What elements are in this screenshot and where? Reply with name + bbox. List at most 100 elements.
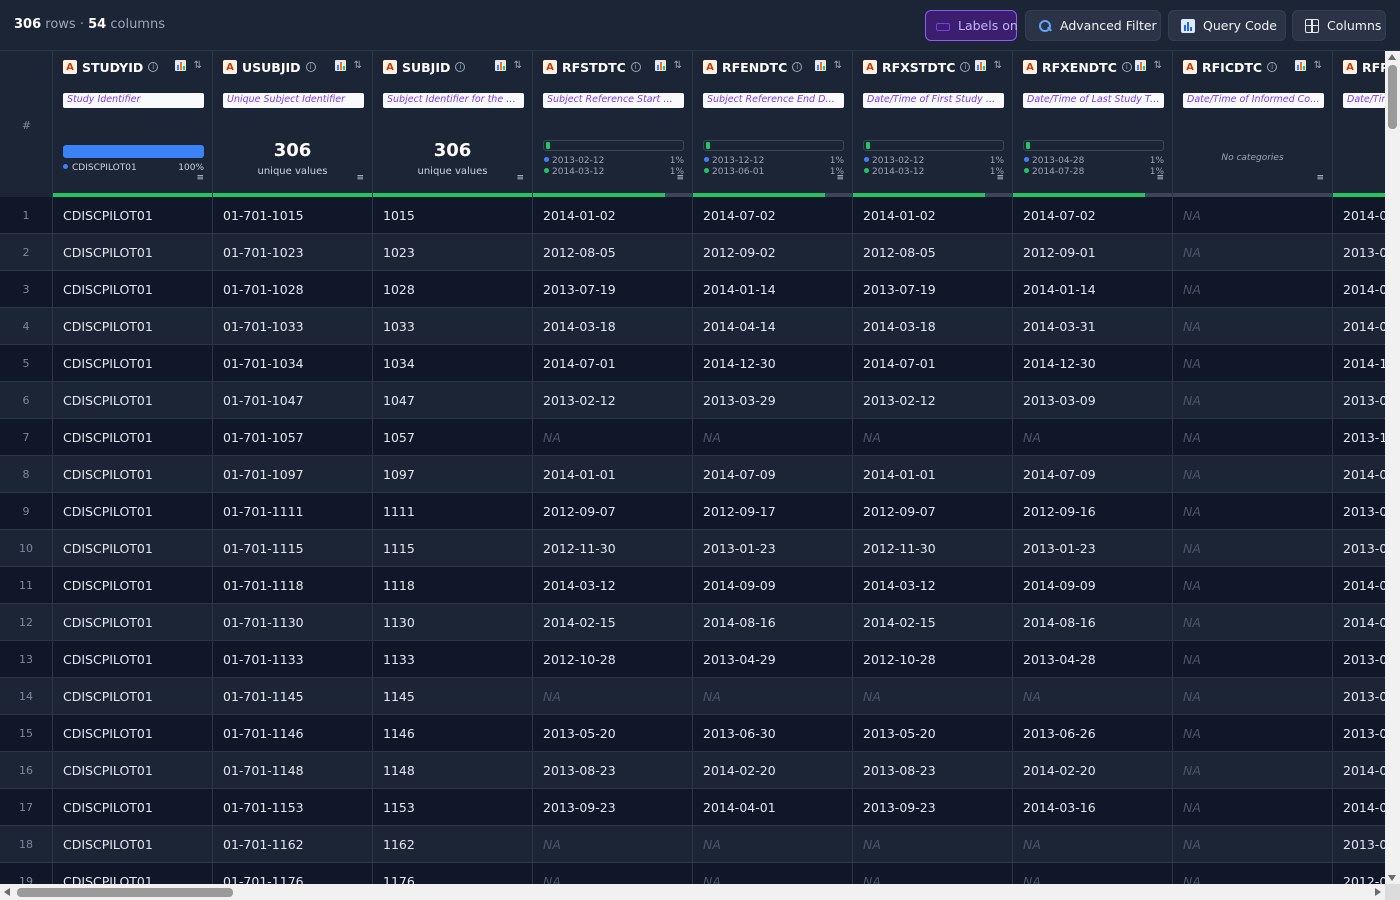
table-cell[interactable]: 01-701-1028	[213, 271, 373, 308]
table-cell[interactable]: 2014-04-14	[693, 308, 853, 345]
table-cell[interactable]: 2014-03-18	[533, 308, 693, 345]
table-cell[interactable]: 1033	[373, 308, 533, 345]
table-cell[interactable]: NA	[1013, 419, 1173, 456]
table-cell[interactable]: 01-701-1148	[213, 752, 373, 789]
query-code-button[interactable]: Query Code	[1168, 10, 1286, 41]
column-header[interactable]: A SUBJID i ⇅ Subject Identifier for the Stud…	[373, 51, 533, 197]
table-cell[interactable]: 2014-0	[1333, 567, 1385, 604]
horizontal-scrollbar[interactable]	[0, 884, 1385, 900]
table-cell[interactable]: 2012-09-01	[1013, 234, 1173, 271]
table-cell[interactable]: 2013-04-28	[1013, 641, 1173, 678]
table-row[interactable]: 9 CDISCPILOT01 01-701-1111 1111 2012-09-07 20…	[0, 493, 1385, 530]
info-icon[interactable]: i	[1267, 62, 1278, 72]
table-cell[interactable]: NA	[853, 419, 1013, 456]
table-cell[interactable]: NA	[1173, 345, 1333, 382]
table-cell[interactable]: 2012-09-07	[533, 493, 693, 530]
table-cell[interactable]: 2013-1	[1333, 419, 1385, 456]
table-cell[interactable]: 2012-09-02	[693, 234, 853, 271]
table-cell[interactable]: NA	[693, 419, 853, 456]
table-cell[interactable]: 2014-03-31	[1013, 308, 1173, 345]
table-cell[interactable]: 2014-02-15	[533, 604, 693, 641]
table-cell[interactable]: 2013-05-20	[853, 715, 1013, 752]
horizontal-scroll-thumb[interactable]	[17, 888, 233, 897]
sort-icon[interactable]: ⇅	[1154, 60, 1162, 71]
table-row[interactable]: 4 CDISCPILOT01 01-701-1033 1033 2014-03-18 20…	[0, 308, 1385, 345]
table-cell[interactable]: CDISCPILOT01	[53, 678, 213, 715]
table-cell[interactable]: 2014-02-15	[853, 604, 1013, 641]
table-cell[interactable]: 1130	[373, 604, 533, 641]
column-name[interactable]: RFP	[1362, 60, 1385, 75]
table-cell[interactable]: CDISCPILOT01	[53, 345, 213, 382]
info-icon[interactable]: i	[305, 62, 316, 72]
table-cell[interactable]: 2014-0	[1333, 789, 1385, 826]
table-cell[interactable]: 2012-0	[1333, 863, 1385, 884]
table-cell[interactable]: 2013-02-12	[533, 382, 693, 419]
table-cell[interactable]: 01-701-1145	[213, 678, 373, 715]
table-cell[interactable]: 2012-10-28	[533, 641, 693, 678]
chart-icon[interactable]	[334, 60, 346, 71]
column-name[interactable]: RFXSTDTC	[882, 60, 955, 75]
table-cell[interactable]: NA	[533, 863, 693, 884]
table-cell[interactable]: 2014-01-02	[853, 197, 1013, 234]
table-cell[interactable]: 2014-03-16	[1013, 789, 1173, 826]
scroll-right-arrow-icon[interactable]	[1375, 888, 1381, 896]
table-cell[interactable]: CDISCPILOT01	[53, 530, 213, 567]
column-header[interactable]: A RFXSTDTC i ⇅ Date/Time of First Study Tre.…	[853, 51, 1013, 197]
info-icon[interactable]: i	[630, 62, 641, 72]
table-cell[interactable]: NA	[1173, 678, 1333, 715]
table-cell[interactable]: NA	[1173, 789, 1333, 826]
table-cell[interactable]: 2014-01-02	[533, 197, 693, 234]
table-cell[interactable]: NA	[1013, 826, 1173, 863]
table-cell[interactable]: 2013-07-19	[533, 271, 693, 308]
advanced-filter-button[interactable]: Advanced Filter	[1025, 10, 1161, 41]
table-cell[interactable]: NA	[853, 678, 1013, 715]
table-cell[interactable]: 2014-07-01	[853, 345, 1013, 382]
table-cell[interactable]: 2012-11-30	[533, 530, 693, 567]
info-icon[interactable]: i	[792, 62, 803, 72]
table-cell[interactable]: NA	[1173, 382, 1333, 419]
table-cell[interactable]: NA	[1173, 308, 1333, 345]
table-cell[interactable]: CDISCPILOT01	[53, 604, 213, 641]
table-row[interactable]: 10 CDISCPILOT01 01-701-1115 1115 2012-11-30 2…	[0, 530, 1385, 567]
table-cell[interactable]: 2013-08-23	[533, 752, 693, 789]
table-cell[interactable]: 1145	[373, 678, 533, 715]
table-cell[interactable]: NA	[1173, 604, 1333, 641]
table-row[interactable]: 3 CDISCPILOT01 01-701-1028 1028 2013-07-19 20…	[0, 271, 1385, 308]
table-cell[interactable]: CDISCPILOT01	[53, 863, 213, 884]
column-menu-icon[interactable]: ≡	[196, 173, 204, 183]
sort-icon[interactable]: ⇅	[514, 60, 522, 71]
table-cell[interactable]: 01-701-1033	[213, 308, 373, 345]
scroll-up-arrow-icon[interactable]	[1388, 54, 1396, 60]
column-name[interactable]: RFENDTC	[722, 60, 787, 75]
chart-icon[interactable]	[814, 60, 826, 71]
column-menu-icon[interactable]: ≡	[676, 173, 684, 183]
table-cell[interactable]: 2014-0	[1333, 456, 1385, 493]
table-row[interactable]: 13 CDISCPILOT01 01-701-1133 1133 2012-10-28 2…	[0, 641, 1385, 678]
scroll-down-arrow-icon[interactable]	[1388, 875, 1396, 881]
table-cell[interactable]: NA	[1173, 530, 1333, 567]
column-header[interactable]: A USUBJID i ⇅ Unique Subject Identifier 306 un…	[213, 51, 373, 197]
table-cell[interactable]: 2014-07-02	[693, 197, 853, 234]
table-cell[interactable]: 2014-07-01	[533, 345, 693, 382]
table-cell[interactable]: 01-701-1015	[213, 197, 373, 234]
table-cell[interactable]: CDISCPILOT01	[53, 271, 213, 308]
table-cell[interactable]: NA	[1173, 271, 1333, 308]
table-cell[interactable]: NA	[693, 678, 853, 715]
table-cell[interactable]: CDISCPILOT01	[53, 715, 213, 752]
table-cell[interactable]: 2012-10-28	[853, 641, 1013, 678]
sort-icon[interactable]: ⇅	[194, 60, 202, 71]
table-cell[interactable]: CDISCPILOT01	[53, 752, 213, 789]
table-row[interactable]: 1 CDISCPILOT01 01-701-1015 1015 2014-01-02 20…	[0, 197, 1385, 234]
table-cell[interactable]: 2014-0	[1333, 308, 1385, 345]
table-cell[interactable]: 2014-02-20	[1013, 752, 1173, 789]
table-cell[interactable]: NA	[1173, 641, 1333, 678]
chart-icon[interactable]	[174, 60, 186, 71]
table-row[interactable]: 15 CDISCPILOT01 01-701-1146 1146 2013-05-20 2…	[0, 715, 1385, 752]
table-cell[interactable]: 01-701-1118	[213, 567, 373, 604]
table-row[interactable]: 2 CDISCPILOT01 01-701-1023 1023 2012-08-05 20…	[0, 234, 1385, 271]
info-icon[interactable]: i	[455, 62, 466, 72]
table-cell[interactable]: 1034	[373, 345, 533, 382]
column-name[interactable]: RFSTDTC	[562, 60, 626, 75]
sort-icon[interactable]: ⇅	[1314, 60, 1322, 71]
table-row[interactable]: 11 CDISCPILOT01 01-701-1118 1118 2014-03-12 2…	[0, 567, 1385, 604]
